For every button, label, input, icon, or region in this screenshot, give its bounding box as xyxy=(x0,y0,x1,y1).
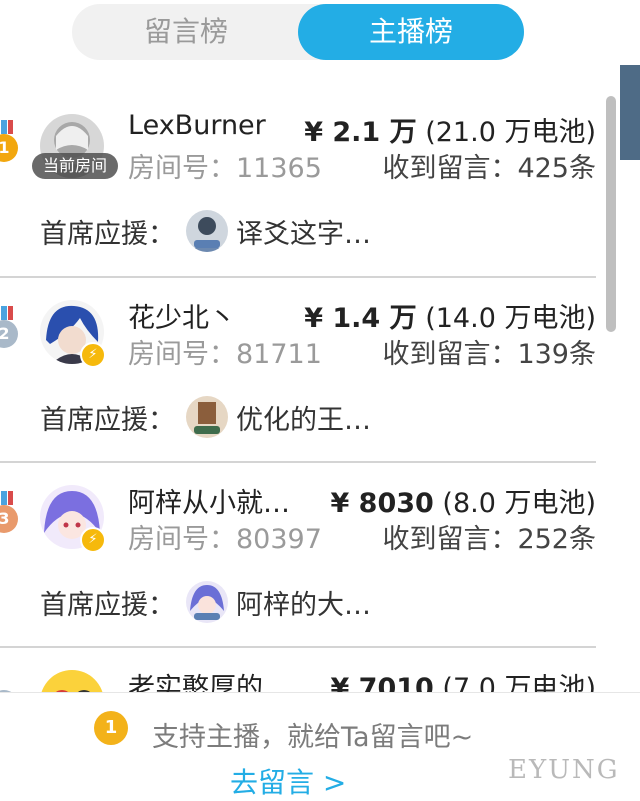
tab-message-board[interactable]: 留言榜 xyxy=(72,4,300,60)
supporter-name: 阿梓的大… xyxy=(236,590,371,621)
amount: ¥ 1.4 万 (14.0 万电池) xyxy=(304,303,596,334)
list-item[interactable]: 3 ⚡ 阿梓从小就… ¥ 8030 (8.0 万电池) 房间号：80397 收到… xyxy=(0,463,602,647)
supporter-avatar[interactable] xyxy=(186,581,228,623)
top-supporter-label: 首席应援： xyxy=(40,590,175,621)
streamer-name: 老实憨厚的… xyxy=(128,673,290,692)
top-supporter-label: 首席应援： xyxy=(40,219,175,250)
side-panel-edge xyxy=(620,65,640,160)
list-item[interactable]: 1 当前房间 LexBurner ¥ 2.1 万 (21.0 万电池) 房间号：… xyxy=(0,92,602,276)
rank-medal-icon: 2 xyxy=(0,306,18,348)
leaderboard-tabs: 留言榜 主播榜 xyxy=(72,4,524,60)
supporter-name: 译爻这字… xyxy=(236,219,371,250)
tab-streamer-board[interactable]: 主播榜 xyxy=(298,4,524,60)
message-count: 收到留言：425条 xyxy=(382,153,596,184)
streamer-avatar[interactable] xyxy=(40,670,104,692)
message-count: 收到留言：252条 xyxy=(382,524,596,555)
current-room-badge: 当前房间 xyxy=(32,153,118,179)
lightning-badge-icon: ⚡ xyxy=(80,342,106,368)
message-count: 收到留言：139条 xyxy=(382,339,596,370)
room-number: 房间号：80397 xyxy=(128,524,322,555)
leave-message-link[interactable]: 去留言 > xyxy=(230,761,346,801)
rank-medal-icon: 3 xyxy=(0,491,18,533)
lightning-badge-icon: ⚡ xyxy=(80,527,106,553)
medal-icon: 1 xyxy=(94,711,128,745)
amount: ¥ 8030 (8.0 万电池) xyxy=(330,488,596,519)
top-supporter-label: 首席应援： xyxy=(40,405,175,436)
supporter-avatar[interactable] xyxy=(186,210,228,252)
scrollbar-thumb[interactable] xyxy=(606,96,616,332)
streamer-list: 1 当前房间 LexBurner ¥ 2.1 万 (21.0 万电池) 房间号：… xyxy=(0,92,602,692)
supporter-avatar[interactable] xyxy=(186,396,228,438)
support-prompt: 支持主播，就给Ta留言吧~ xyxy=(152,722,474,753)
streamer-name: 花少北丶 xyxy=(128,303,236,334)
room-number: 房间号：81711 xyxy=(128,339,322,370)
rank-medal-icon: 1 xyxy=(0,120,18,162)
watermark-logo: EYUNG xyxy=(508,755,620,785)
amount: ¥ 7010 (7.0 万电池) xyxy=(330,673,596,692)
amount: ¥ 2.1 万 (21.0 万电池) xyxy=(304,117,596,148)
supporter-name: 优化的王… xyxy=(236,405,371,436)
streamer-name: 阿梓从小就… xyxy=(128,488,290,519)
list-item[interactable]: 4 老实憨厚的… ¥ 7010 (7.0 万电池) xyxy=(0,648,602,692)
list-item[interactable]: 2 ⚡ 花少北丶 ¥ 1.4 万 (14.0 万电池) 房间号：81711 收到… xyxy=(0,278,602,462)
streamer-name: LexBurner xyxy=(128,110,266,141)
room-number: 房间号：11365 xyxy=(128,153,322,184)
